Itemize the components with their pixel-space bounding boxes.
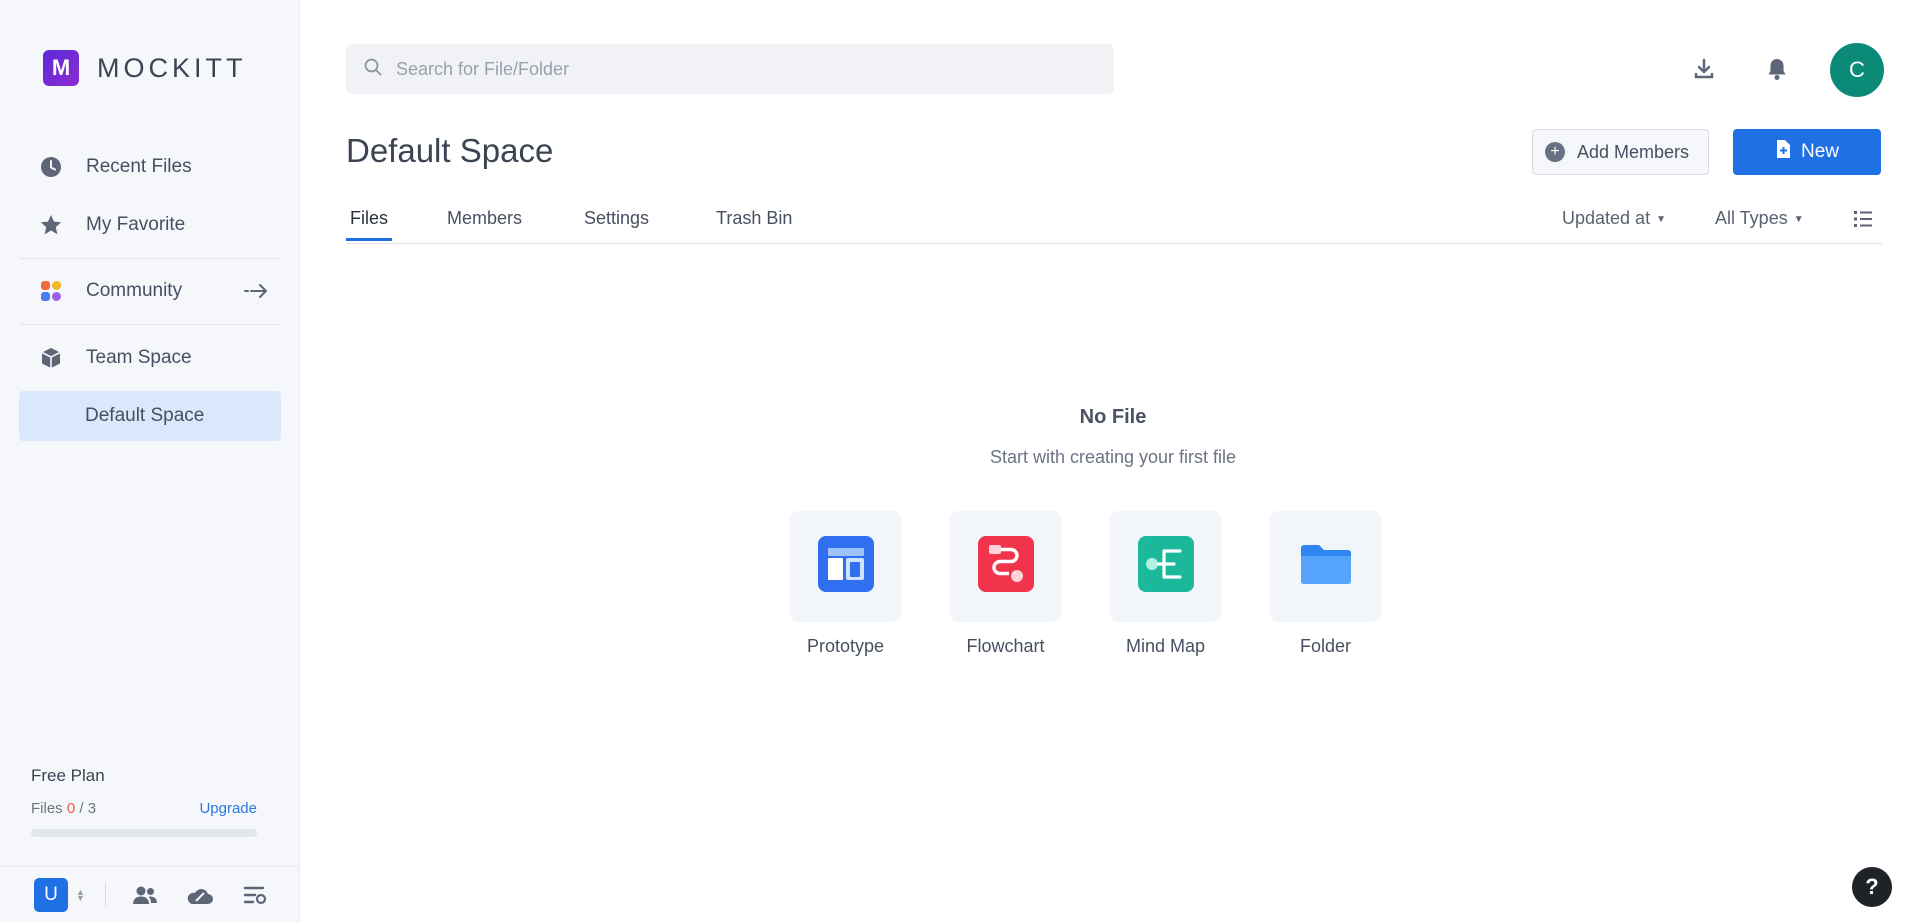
empty-state-subtitle: Start with creating your first file — [989, 447, 1237, 467]
mockitt-logo-icon: M — [43, 50, 79, 86]
new-file-icon — [1775, 139, 1791, 165]
sidebar-footer: U ▲ ▼ — [0, 866, 300, 922]
search-input[interactable] — [396, 58, 1096, 80]
settings-list-icon[interactable] — [238, 878, 272, 912]
list-view-icon[interactable] — [1852, 208, 1878, 234]
type-filter-dropdown[interactable]: All Types ▼ — [1715, 208, 1804, 229]
tab-settings[interactable]: Settings — [580, 208, 653, 241]
flowchart-icon — [977, 536, 1034, 597]
sidebar-divider — [19, 258, 281, 259]
tab-files[interactable]: Files — [346, 208, 393, 241]
plan-panel: Free Plan Files 0 / 3 Upgrade — [31, 766, 257, 837]
plan-title: Free Plan — [31, 766, 105, 785]
footer-separator — [104, 882, 106, 907]
add-members-button[interactable]: + Add Members — [1532, 129, 1709, 175]
create-prototype-card[interactable]: Prototype — [790, 511, 901, 657]
sidebar-item-label: Recent Files — [86, 156, 192, 177]
user-badge[interactable]: U — [34, 877, 68, 912]
community-icon — [39, 279, 63, 303]
plan-usage-row: Files 0 / 3 Upgrade — [31, 800, 257, 817]
plan-usage-bar — [31, 829, 257, 837]
upgrade-link[interactable]: Upgrade — [199, 800, 257, 817]
search-icon — [364, 58, 382, 81]
sidebar-item-my-favorite[interactable]: My Favorite — [19, 200, 281, 250]
create-option-box — [790, 511, 901, 622]
tab-members[interactable]: Members — [443, 208, 526, 241]
empty-state-title: No File — [1079, 406, 1147, 428]
sidebar-item-team-space[interactable]: Team Space — [19, 333, 281, 383]
cube-icon — [39, 346, 63, 370]
sidebar-item-label: Community — [86, 280, 183, 301]
cloud-design-icon[interactable] — [183, 878, 217, 912]
sidebar-item-recent-files[interactable]: Recent Files — [19, 142, 281, 192]
sidebar-divider — [19, 324, 281, 325]
sidebar-item-community[interactable]: Community — [19, 266, 281, 316]
bell-icon[interactable] — [1762, 54, 1792, 84]
create-option-box — [1270, 511, 1381, 622]
new-button[interactable]: New — [1733, 129, 1881, 175]
sidebar-item-label: Team Space — [86, 347, 192, 368]
create-option-label: Prototype — [806, 636, 885, 656]
clock-icon — [39, 155, 63, 179]
plus-circle-icon: + — [1545, 142, 1565, 162]
folder-icon — [1299, 542, 1353, 591]
create-flowchart-card[interactable]: Flowchart — [950, 511, 1061, 657]
app-name: MOCKITT — [97, 52, 247, 83]
logo[interactable]: M MOCKITT — [43, 50, 247, 86]
plan-usage: Files 0 / 3 — [31, 800, 97, 817]
help-button[interactable]: ? — [1852, 867, 1892, 907]
switch-arrows-icon[interactable]: ▲ ▼ — [76, 887, 85, 902]
create-option-label: Flowchart — [966, 636, 1045, 656]
create-option-box — [950, 511, 1061, 622]
star-icon — [39, 213, 63, 237]
create-option-label: Folder — [1299, 636, 1352, 656]
team-members-icon[interactable] — [128, 878, 162, 912]
sidebar-item-label: My Favorite — [86, 214, 186, 235]
create-folder-card[interactable]: Folder — [1270, 511, 1381, 657]
prototype-icon — [817, 536, 874, 597]
user-avatar[interactable]: C — [1830, 43, 1884, 97]
download-icon[interactable] — [1689, 54, 1719, 84]
tab-trash-bin[interactable]: Trash Bin — [712, 208, 796, 241]
sort-dropdown[interactable]: Updated at ▼ — [1562, 208, 1666, 229]
caret-down-icon: ▼ — [1793, 213, 1804, 225]
page-title: Default Space — [346, 132, 554, 169]
files-used: 0 — [66, 800, 76, 817]
arrow-right-icon — [243, 281, 269, 307]
search-bar[interactable] — [346, 44, 1114, 94]
files-limit: 3 — [87, 800, 97, 817]
create-option-box — [1110, 511, 1221, 622]
tab-bar: Files Members Settings Trash Bin Updated… — [346, 198, 1882, 244]
create-mind-map-card[interactable]: Mind Map — [1110, 511, 1221, 657]
caret-down-icon: ▼ — [1656, 213, 1666, 225]
create-option-label: Mind Map — [1125, 636, 1206, 656]
mind-map-icon — [1137, 536, 1194, 597]
